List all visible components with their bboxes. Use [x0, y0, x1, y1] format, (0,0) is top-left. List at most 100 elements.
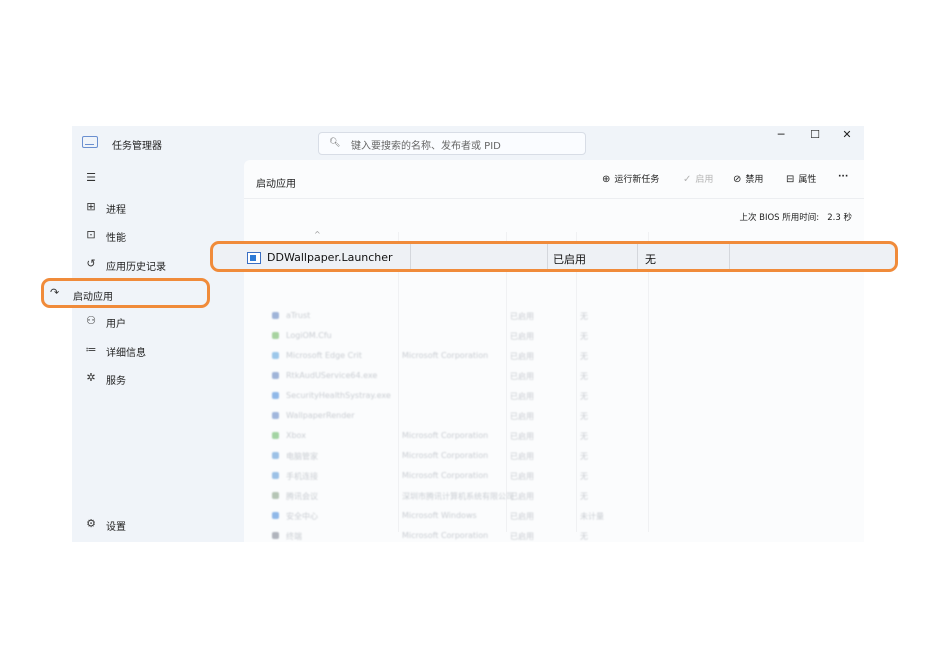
- app-name-cell: RtkAudUService64.exe: [286, 371, 378, 380]
- nav-item-processes[interactable]: ⊞ 进程: [80, 195, 240, 221]
- disable-icon: ⊘: [733, 174, 742, 185]
- app-name-cell: Xbox: [286, 431, 306, 440]
- app-name-cell: 电脑管家: [286, 452, 318, 461]
- app-icon: [272, 512, 279, 519]
- table-row[interactable]: RtkAudUService64.exe 已启用 无: [268, 366, 648, 386]
- impact-cell: 无: [580, 492, 588, 501]
- column-divider: [547, 244, 548, 269]
- status-cell: 已启用: [510, 472, 534, 481]
- impact-cell: 无: [580, 352, 588, 361]
- app-icon: [272, 412, 279, 419]
- nav-item-users[interactable]: ⚇ 用户: [80, 309, 240, 335]
- app-name-cell: 安全中心: [286, 512, 318, 521]
- status-cell: 已启用: [510, 412, 534, 421]
- column-divider: [410, 244, 411, 269]
- app-name-cell: DDWallpaper.Launcher: [267, 251, 393, 264]
- task-manager-window: 任务管理器 🔍︎ 键入要搜索的名称、发布者或 PID ─ ☐ ✕ ☰ ⊞ 进程 …: [72, 126, 864, 542]
- nav-label-app-history: 应用历史记录: [106, 262, 166, 273]
- publisher-cell: Microsoft Corporation: [402, 431, 489, 440]
- table-row-ddwallpaper[interactable]: DDWallpaper.Launcher 已启用 无: [210, 241, 898, 272]
- nav-item-settings[interactable]: ⚙ 设置: [80, 512, 240, 538]
- table-row[interactable]: SecurityHealthSystray.exe 已启用 无: [268, 386, 648, 406]
- properties-button[interactable]: ⊟ 属性: [786, 172, 816, 185]
- toolbar: ⊕ 运行新任务 ✓ 启用 ⊘ 禁用 ⊟ 属性 ···: [602, 172, 864, 190]
- task-manager-app-icon: [82, 136, 98, 148]
- search-box[interactable]: 🔍︎ 键入要搜索的名称、发布者或 PID: [318, 132, 586, 155]
- enable-label: 启用: [695, 175, 714, 185]
- maximize-button[interactable]: ☐: [798, 126, 832, 146]
- search-icon: 🔍︎: [329, 138, 341, 148]
- impact-cell: 无: [580, 412, 588, 421]
- status-cell: 已启用: [510, 512, 534, 521]
- history-icon: ↺: [86, 257, 96, 270]
- nav-item-services[interactable]: ✲ 服务: [80, 366, 240, 392]
- impact-cell: 无: [580, 332, 588, 341]
- run-task-icon: ⊕: [602, 174, 611, 185]
- app-icon: [272, 332, 279, 339]
- publisher-cell: Microsoft Corporation: [402, 451, 489, 460]
- table-row[interactable]: 安全中心 Microsoft Windows 已启用 未计量: [268, 506, 648, 526]
- minimize-button[interactable]: ─: [764, 126, 798, 146]
- sort-caret-icon[interactable]: ^: [314, 230, 321, 239]
- nav-label-services: 服务: [106, 376, 126, 387]
- table-row[interactable]: 手机连接 Microsoft Corporation 已启用 无: [268, 466, 648, 486]
- impact-cell: 无: [580, 472, 588, 481]
- table-row[interactable]: Xbox Microsoft Corporation 已启用 无: [268, 426, 648, 446]
- app-name-cell: SecurityHealthSystray.exe: [286, 391, 391, 400]
- table-row[interactable]: 电脑管家 Microsoft Corporation 已启用 无: [268, 446, 648, 466]
- table-row[interactable]: 终端 Microsoft Corporation 已启用 无: [268, 526, 648, 542]
- app-icon: [272, 472, 279, 479]
- nav-item-startup-apps[interactable]: ↷ 启动应用: [41, 278, 210, 308]
- column-divider: [637, 244, 638, 269]
- impact-cell: 无: [580, 452, 588, 461]
- table-row[interactable]: Microsoft Edge Crit Microsoft Corporation…: [268, 346, 648, 366]
- app-name-cell: 腾讯会议: [286, 492, 318, 501]
- table-row[interactable]: WallpaperRender 已启用 无: [268, 406, 648, 426]
- impact-cell: 无: [580, 532, 588, 541]
- publisher-cell: 深圳市腾讯计算机系统有限公司: [402, 492, 514, 501]
- app-name-cell: LogiOM.Cfu: [286, 331, 332, 340]
- status-cell: 已启用: [510, 312, 534, 321]
- hamburger-menu-button[interactable]: ☰: [80, 166, 240, 192]
- disable-button[interactable]: ⊘ 禁用: [733, 172, 763, 185]
- status-cell: 已启用: [510, 492, 534, 501]
- search-placeholder[interactable]: 键入要搜索的名称、发布者或 PID: [351, 137, 501, 152]
- column-divider: [729, 244, 730, 269]
- bios-time-readout: 上次 BIOS 所用时间: 2.3 秒: [739, 211, 852, 223]
- status-cell: 已启用: [510, 392, 534, 401]
- app-window-icon: [247, 252, 261, 264]
- table-row[interactable]: LogiOM.Cfu 已启用 无: [268, 326, 648, 346]
- status-cell: 已启用: [553, 253, 586, 266]
- table-row[interactable]: aTrust 已启用 无: [268, 306, 648, 326]
- more-options-button[interactable]: ···: [838, 172, 848, 182]
- nav-item-details[interactable]: ≔ 详细信息: [80, 338, 240, 364]
- app-icon: [272, 492, 279, 499]
- nav-label-settings: 设置: [106, 522, 126, 533]
- app-icon: [272, 372, 279, 379]
- app-name-cell: WallpaperRender: [286, 411, 355, 420]
- app-name-cell: aTrust: [286, 311, 311, 320]
- app-name-cell: 手机连接: [286, 472, 318, 481]
- app-icon: [272, 352, 279, 359]
- enable-button[interactable]: ✓ 启用: [683, 172, 713, 185]
- startup-apps-icon: ↷: [50, 286, 60, 299]
- run-new-task-label: 运行新任务: [614, 175, 660, 185]
- settings-gear-icon: ⚙: [86, 517, 96, 530]
- run-new-task-button[interactable]: ⊕ 运行新任务: [602, 172, 659, 185]
- bios-label: 上次 BIOS 所用时间:: [739, 213, 820, 223]
- status-cell: 已启用: [510, 532, 534, 541]
- status-cell: 已启用: [510, 332, 534, 341]
- status-cell: 已启用: [510, 372, 534, 381]
- app-icon: [272, 532, 279, 539]
- hamburger-icon: ☰: [86, 171, 96, 184]
- nav-label-users: 用户: [106, 319, 126, 330]
- nav-label-startup-apps: 启动应用: [73, 292, 113, 303]
- table-row[interactable]: 腾讯会议 深圳市腾讯计算机系统有限公司 已启用 无: [268, 486, 648, 506]
- close-button[interactable]: ✕: [830, 126, 864, 146]
- disable-label: 禁用: [745, 175, 764, 185]
- app-name-cell: Microsoft Edge Crit: [286, 351, 362, 360]
- app-icon: [272, 432, 279, 439]
- status-cell: 已启用: [510, 432, 534, 441]
- nav-label-processes: 进程: [106, 205, 126, 216]
- page-title: 启动应用: [256, 179, 296, 190]
